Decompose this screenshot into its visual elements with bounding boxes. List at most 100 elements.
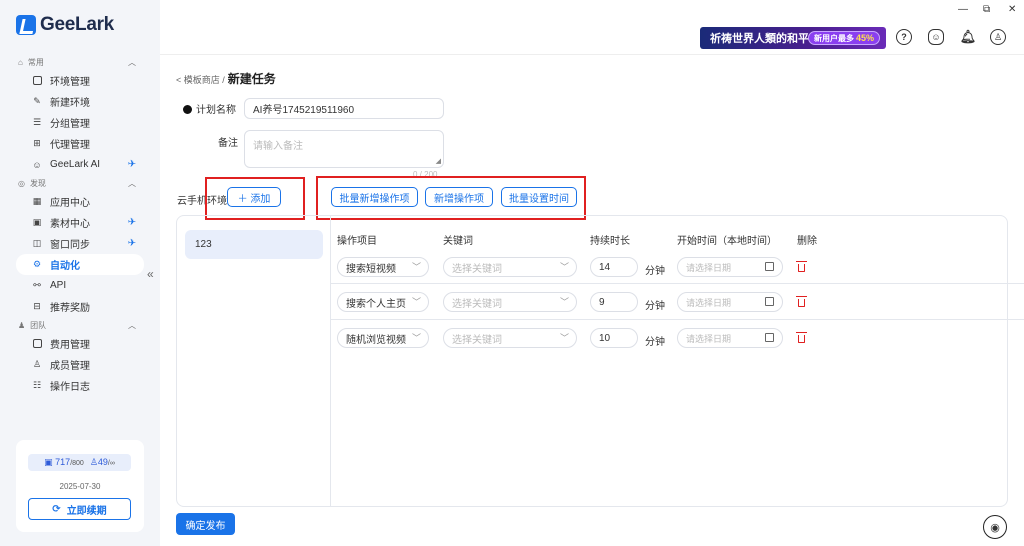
plan-name-label: 计划名称 bbox=[183, 101, 236, 116]
breadcrumb-parent-link[interactable]: < 模板商店 / bbox=[176, 73, 225, 86]
keyword-select[interactable]: 选择关键词 ﹀ bbox=[443, 257, 577, 277]
operation-select[interactable]: 搜索短视频 ﹀ bbox=[337, 257, 429, 277]
subscription-card: ▣ 717/800 ♙49/∞ 2025-07-30 ⟳ 立即续期 bbox=[16, 440, 144, 532]
sidebar-item-operation-log[interactable]: ☷ 操作日志 bbox=[0, 375, 160, 396]
plan-name-input[interactable]: AI养号1745219511960 bbox=[244, 98, 444, 119]
col-header-duration: 持续时长 bbox=[590, 236, 630, 247]
new-badge-icon: ✈ bbox=[127, 238, 136, 249]
refresh-icon: ⟳ bbox=[52, 503, 61, 515]
sidebar-item-api[interactable]: ⚯ API bbox=[0, 275, 160, 296]
assistant-icon[interactable]: ◉ bbox=[983, 515, 1007, 539]
highlight-box-actions bbox=[316, 176, 586, 220]
expire-date: 2025-07-30 bbox=[59, 482, 101, 491]
chevron-down-icon: ﹀ bbox=[559, 333, 569, 343]
breadcrumb: < 模板商店 / 新建任务 bbox=[176, 70, 276, 87]
chevron-down-icon: ﹀ bbox=[559, 297, 569, 307]
duration-unit: 分钟 bbox=[645, 301, 665, 312]
sidebar-item-automation[interactable]: ⚙ 自动化 bbox=[16, 254, 144, 275]
start-date-input[interactable]: 请选择日期 bbox=[677, 328, 783, 348]
renew-button[interactable]: ⟳ 立即续期 bbox=[28, 498, 131, 520]
support-icon[interactable]: ☺ bbox=[928, 29, 944, 45]
sidebar-item-new-env[interactable]: ✎ 新建环境 bbox=[0, 91, 160, 112]
sidebar-item-referral[interactable]: ⊟ 推荐奖励 bbox=[0, 296, 160, 317]
sidebar-item-media-center[interactable]: ▣ 素材中心 ✈ bbox=[0, 212, 160, 233]
panel-divider bbox=[330, 216, 331, 506]
wallet-icon bbox=[32, 339, 42, 349]
sidebar-item-proxy-manage[interactable]: ⊞ 代理管理 bbox=[0, 133, 160, 154]
grid-icon: ▦ bbox=[32, 196, 42, 206]
operation-select[interactable]: 随机浏览视频 ﹀ bbox=[337, 328, 429, 348]
sidebar-nav: ⌂ 常用 ︿ 环境管理 ✎ 新建环境 ☰ 分组管理 ⊞ 代理管理 ☺ GeeLa… bbox=[0, 54, 160, 396]
col-header-keyword: 关键词 bbox=[443, 236, 473, 247]
publish-button[interactable]: 确定发布 bbox=[176, 513, 235, 535]
new-badge-icon: ✈ bbox=[127, 217, 136, 228]
keyword-select[interactable]: 选择关键词 ﹀ bbox=[443, 292, 577, 312]
home-icon: ⌂ bbox=[18, 57, 23, 67]
avatar-icon[interactable]: ♙ bbox=[990, 29, 1006, 45]
sidebar-item-geelark-ai[interactable]: ☺ GeeLark AI ✈ bbox=[0, 154, 160, 175]
highlight-box-add bbox=[205, 177, 305, 220]
chevron-down-icon: ﹀ bbox=[411, 333, 421, 343]
media-icon: ▣ bbox=[32, 217, 42, 227]
robot-icon: ☺ bbox=[32, 159, 42, 170]
edit-icon: ✎ bbox=[33, 96, 41, 106]
delete-row-icon[interactable] bbox=[796, 332, 807, 343]
start-date-input[interactable]: 请选择日期 bbox=[677, 257, 783, 277]
collapse-sidebar-icon[interactable]: « bbox=[147, 267, 154, 281]
close-button[interactable]: ✕ bbox=[1008, 4, 1016, 15]
col-header-start-time: 开始时间（本地时间） bbox=[677, 236, 777, 247]
user-icon: ♙ bbox=[32, 359, 42, 369]
eye-icon: ◎ bbox=[18, 178, 25, 188]
promo-banner[interactable]: 祈祷世界人類的和平 新用户最多 45% bbox=[700, 27, 886, 49]
usage-badge: ▣ 717/800 ♙49/∞ bbox=[28, 454, 131, 471]
note-textarea[interactable]: 请输入备注 ◢ bbox=[244, 130, 444, 168]
resize-handle-icon[interactable]: ◢ bbox=[436, 157, 441, 165]
duration-unit: 分钟 bbox=[645, 266, 665, 277]
note-label: 备注 bbox=[218, 138, 238, 149]
delete-row-icon[interactable] bbox=[796, 296, 807, 307]
chevron-down-icon: ﹀ bbox=[411, 262, 421, 272]
sidebar-item-app-center[interactable]: ▦ 应用中心 bbox=[0, 191, 160, 212]
nav-section-discover[interactable]: ◎ 发现 ︿ bbox=[0, 175, 160, 191]
sidebar-item-env-manage[interactable]: 环境管理 bbox=[0, 70, 160, 91]
app-name: GeeLark bbox=[40, 14, 114, 35]
geelark-logo-icon bbox=[16, 15, 36, 35]
duration-input[interactable]: 14 bbox=[590, 257, 638, 277]
header-divider bbox=[160, 54, 1024, 55]
chevron-up-icon[interactable]: ︿ bbox=[128, 320, 136, 331]
chevron-up-icon[interactable]: ︿ bbox=[128, 178, 136, 189]
bell-icon[interactable]: 🔔︎ bbox=[960, 29, 977, 45]
promo-pill: 新用户最多 45% bbox=[807, 31, 880, 45]
automation-icon: ⚙ bbox=[32, 259, 42, 269]
page-title: 新建任务 bbox=[227, 72, 276, 86]
restore-button[interactable]: ⧉ bbox=[983, 4, 990, 15]
member-usage: ♙49/∞ bbox=[89, 457, 115, 467]
sidebar-item-group-manage[interactable]: ☰ 分组管理 bbox=[0, 112, 160, 133]
team-icon: ♟ bbox=[18, 320, 26, 330]
app-logo[interactable]: GeeLark bbox=[16, 14, 114, 36]
chevron-down-icon: ﹀ bbox=[559, 262, 569, 272]
start-date-input[interactable]: 请选择日期 bbox=[677, 292, 783, 312]
window-icon: ◫ bbox=[32, 238, 42, 248]
minimize-button[interactable]: — bbox=[958, 4, 968, 15]
sidebar-item-billing[interactable]: 费用管理 bbox=[0, 333, 160, 354]
sidebar: GeeLark ⌂ 常用 ︿ 环境管理 ✎ 新建环境 ☰ 分组管理 ⊞ 代理管理… bbox=[0, 0, 160, 546]
nav-section-common[interactable]: ⌂ 常用 ︿ bbox=[0, 54, 160, 70]
sidebar-item-window-sync[interactable]: ◫ 窗口同步 ✈ bbox=[0, 233, 160, 254]
sidebar-item-members[interactable]: ♙ 成员管理 bbox=[0, 354, 160, 375]
chevron-up-icon[interactable]: ︿ bbox=[128, 57, 136, 68]
delete-row-icon[interactable] bbox=[796, 261, 807, 272]
proxy-icon: ⊞ bbox=[33, 138, 41, 148]
nav-section-team[interactable]: ♟ 团队 ︿ bbox=[0, 317, 160, 333]
operation-select[interactable]: 搜索个人主页 ﹀ bbox=[337, 292, 429, 312]
row-divider bbox=[331, 283, 1024, 284]
env-list-item[interactable]: 123 bbox=[185, 230, 323, 259]
keyword-select[interactable]: 选择关键词 ﹀ bbox=[443, 328, 577, 348]
list-icon: ☰ bbox=[32, 117, 42, 127]
phone-icon: ▣ bbox=[44, 457, 53, 467]
tiktok-icon bbox=[183, 105, 192, 114]
env-usage: ▣ 717/800 bbox=[44, 457, 84, 467]
help-icon[interactable]: ? bbox=[896, 29, 912, 45]
duration-input[interactable]: 10 bbox=[590, 328, 638, 348]
duration-input[interactable]: 9 bbox=[590, 292, 638, 312]
